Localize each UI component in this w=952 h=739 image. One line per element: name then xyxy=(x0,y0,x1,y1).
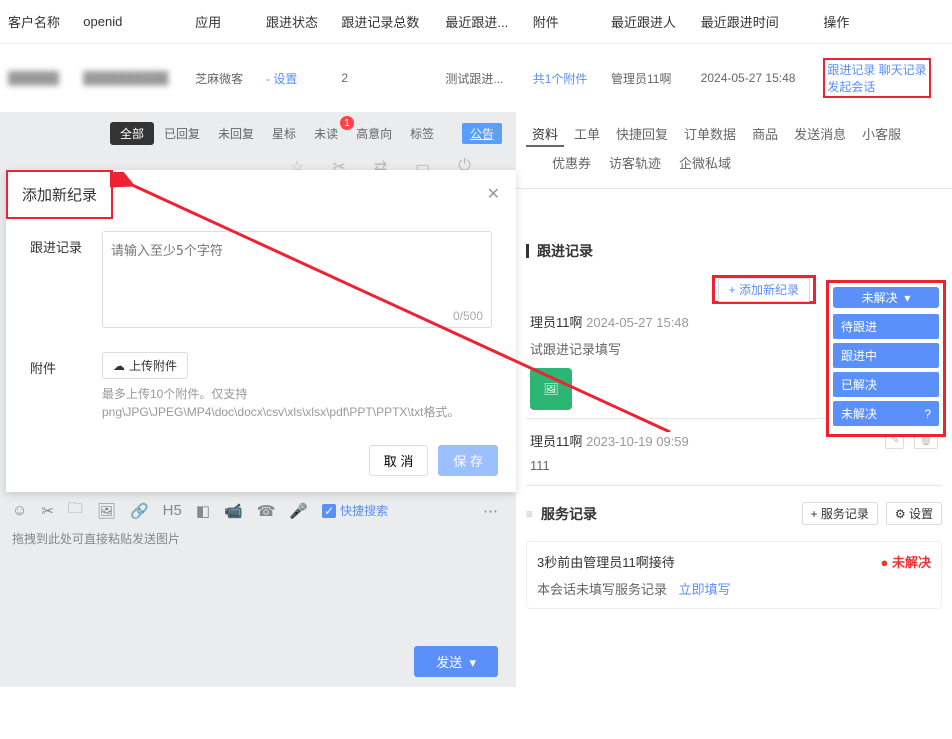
video-icon[interactable]: 📹 xyxy=(224,502,243,520)
quick-search-toggle[interactable]: ✓快捷搜索 xyxy=(322,502,388,519)
drop-hint: 拖拽到此处可直接粘贴发送图片 xyxy=(12,530,180,547)
more-icon[interactable]: ⋯ xyxy=(483,502,498,520)
cell-app: 芝麻微客 xyxy=(187,44,258,113)
tab-order[interactable]: 订单数据 xyxy=(678,122,742,147)
filter-all[interactable]: 全部 xyxy=(110,122,154,145)
add-record-button[interactable]: + 添加新纪录 xyxy=(718,278,810,302)
follow-title: 跟进记录 xyxy=(537,241,942,261)
th-followby: 最近跟进人 xyxy=(603,0,693,44)
cell-followby: 管理员11啊 xyxy=(603,44,693,113)
filter-unread[interactable]: 未回复 xyxy=(210,122,262,145)
cell-status[interactable]: - 设置 xyxy=(266,72,297,86)
service-settings-button[interactable]: ⚙ 设置 xyxy=(886,502,942,525)
status-dropdown: 未解决 ▾ 待跟进 跟进中 已解决 未解决? xyxy=(826,280,946,437)
service-title: 服务记录 xyxy=(541,504,794,524)
miniapp-icon[interactable]: ◧ xyxy=(196,502,210,520)
tab-ticket[interactable]: 工单 xyxy=(568,122,606,147)
label-attach: 附件 xyxy=(30,352,86,421)
status-opt-unresolved[interactable]: 未解决? xyxy=(833,401,939,426)
op-chat-record[interactable]: 聊天记录 xyxy=(879,63,927,77)
customer-table: 客户名称 openid 应用 跟进状态 跟进记录总数 最近跟进... 附件 最近… xyxy=(0,0,952,112)
cell-count: 2 xyxy=(333,44,437,113)
tab-agent[interactable]: 小客服 xyxy=(856,122,907,147)
filter-unreadmsg[interactable]: 未读 xyxy=(306,122,346,145)
filter-high[interactable]: 高意向 xyxy=(348,122,400,145)
cell-time: 2024-05-27 15:48 xyxy=(693,44,816,113)
tab-sendmsg[interactable]: 发送消息 xyxy=(788,122,852,147)
image-icon[interactable]: 🖼 xyxy=(97,502,116,520)
cell-customer: ██████ xyxy=(8,71,59,85)
close-icon[interactable]: ⓧ xyxy=(488,124,502,144)
side-panel: 资料 工单 快捷回复 订单数据 商品 发送消息 小客服 优惠券 访客轨迹 企微私… xyxy=(516,112,952,687)
tab-coupon[interactable]: 优惠券 xyxy=(546,151,597,174)
follow-textarea[interactable] xyxy=(103,232,491,324)
th-openid: openid xyxy=(75,0,187,44)
th-lastfollow: 最近跟进... xyxy=(437,0,524,44)
status-trigger[interactable]: 未解决 ▾ xyxy=(833,287,939,308)
chat-pane: 全部 已回复 未回复 星标 未读 高意向 标签 公告 ⓧ ☆ ✂ ⇄ ▭ ⏻ 添… xyxy=(0,112,516,687)
cell-attachment[interactable]: 共1个附件 xyxy=(533,72,588,86)
table-row: ██████ ██████████ 芝麻微客 - 设置 2 测试跟进... 共1… xyxy=(0,44,952,113)
emoji-icon[interactable]: ☺ xyxy=(12,502,27,519)
tab-quick[interactable]: 快捷回复 xyxy=(610,122,674,147)
follow-section-header: 跟进记录 xyxy=(516,235,952,267)
service-record-card: 3秒前由管理员11啊接待 ● 未解决 本会话未填写服务记录 立即填写 xyxy=(526,541,942,609)
add-service-button[interactable]: + 服务记录 xyxy=(802,502,878,525)
tab-visitor[interactable]: 访客轨迹 xyxy=(603,151,667,174)
th-op: 操作 xyxy=(815,0,952,44)
upload-hint: 最多上传10个附件。仅支持png\JPG\JPEG\MP4\doc\docx\c… xyxy=(102,385,492,421)
cell-lastfollow: 测试跟进... xyxy=(437,44,524,113)
cancel-button[interactable]: 取 消 xyxy=(369,445,429,476)
cut-icon[interactable]: ✂ xyxy=(41,502,54,520)
filter-tag[interactable]: 标签 xyxy=(402,122,442,145)
rec2-who: 理员11啊 xyxy=(530,434,583,449)
workspace: 全部 已回复 未回复 星标 未读 高意向 标签 公告 ⓧ ☆ ✂ ⇄ ▭ ⏻ 添… xyxy=(0,112,952,687)
save-button[interactable]: 保 存 xyxy=(438,445,498,476)
phone-icon[interactable]: ☎ xyxy=(257,502,276,520)
rec1-who: 理员11啊 xyxy=(530,315,583,330)
modal-close-icon[interactable]: ✕ xyxy=(487,184,500,204)
file-chip-icon[interactable]: 🖼 xyxy=(530,368,572,410)
link-icon[interactable]: 🔗 xyxy=(130,502,149,520)
cloud-upload-icon: ☁ xyxy=(113,359,125,373)
th-app: 应用 xyxy=(187,0,258,44)
rec2-text: 111 xyxy=(516,454,952,477)
tab-info[interactable]: 资料 xyxy=(526,122,564,147)
modal-title: 添加新纪录 xyxy=(6,170,113,219)
status-opt-inprogress[interactable]: 跟进中 xyxy=(833,343,939,368)
send-button[interactable]: 发送 ▾ xyxy=(414,646,498,677)
rec2-when: 2023-10-19 09:59 xyxy=(586,434,689,449)
folder-icon[interactable]: 🗀 xyxy=(68,498,83,523)
h5-icon[interactable]: H5 xyxy=(163,502,182,519)
drag-icon[interactable]: ≡ xyxy=(526,507,533,521)
svc-status: ● 未解决 xyxy=(881,552,931,571)
svc-line2a: 本会话未填写服务记录 xyxy=(537,582,667,597)
status-opt-pending[interactable]: 待跟进 xyxy=(833,314,939,339)
filter-replied[interactable]: 已回复 xyxy=(156,122,208,145)
th-attach: 附件 xyxy=(525,0,603,44)
char-counter: 0/500 xyxy=(453,309,483,323)
svc-line1: 3秒前由管理员11啊接待 xyxy=(537,552,675,571)
op-follow-record[interactable]: 跟进记录 xyxy=(827,63,875,77)
rec1-when: 2024-05-27 15:48 xyxy=(586,315,689,330)
mic-icon[interactable]: 🎤 xyxy=(289,502,308,520)
status-opt-resolved[interactable]: 已解决 xyxy=(833,372,939,397)
upload-button[interactable]: ☁上传附件 xyxy=(102,352,188,379)
th-status: 跟进状态 xyxy=(258,0,333,44)
th-customer: 客户名称 xyxy=(0,0,75,44)
label-follow: 跟进记录 xyxy=(30,231,86,328)
th-time: 最近跟进时间 xyxy=(693,0,816,44)
th-count: 跟进记录总数 xyxy=(333,0,437,44)
tab-product[interactable]: 商品 xyxy=(746,122,784,147)
cell-openid: ██████████ xyxy=(83,71,168,85)
tab-wework[interactable]: 企微私域 xyxy=(673,151,737,174)
help-icon: ? xyxy=(924,407,931,421)
op-start-session[interactable]: 发起会话 xyxy=(827,80,875,94)
filter-star[interactable]: 星标 xyxy=(264,122,304,145)
svc-fill-link[interactable]: 立即填写 xyxy=(679,582,731,597)
add-record-modal: 添加新纪录 ✕ 跟进记录 0/500 附件 ☁上传附件 最多上传10个附件。仅支… xyxy=(6,170,516,492)
